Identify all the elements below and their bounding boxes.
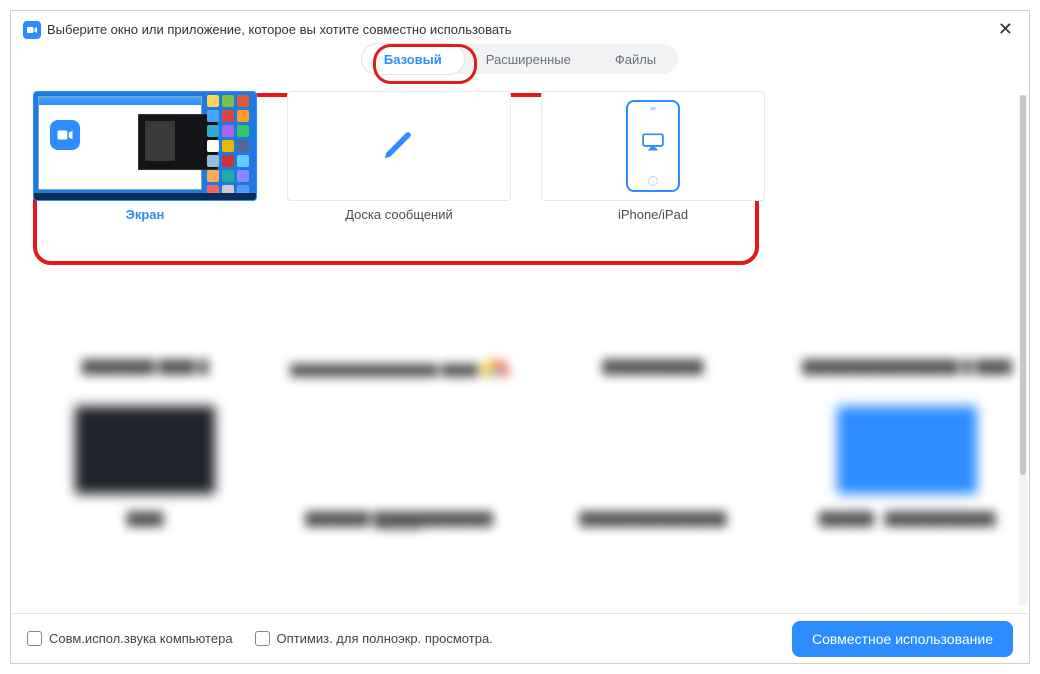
tile-iphone-caption: iPhone/iPad [541,207,765,225]
device-icon [626,100,680,192]
scrollbar-thumb[interactable] [1020,95,1026,475]
pencil-icon [380,125,418,168]
tile-iphone-thumb [541,91,765,201]
tile-whiteboard-thumb [287,91,511,201]
checkbox-icon [255,631,270,646]
tab-advanced[interactable]: Расширенные [464,44,593,74]
checkbox-share-audio[interactable]: Совм.испол.звука компьютера [27,631,233,646]
tile-screen-caption: Экран [33,207,257,225]
tile-screen-thumb [33,91,257,201]
checkbox-share-audio-label: Совм.испол.звука компьютера [49,631,233,646]
tile-app-blurred[interactable]: ████████████████ ████ [287,243,511,377]
tile-app-blurred[interactable]: ████ [33,395,257,529]
footer-bar: Совм.испол.звука компьютера Оптимиз. для… [11,613,1029,663]
checkbox-optimize-video[interactable]: Оптимиз. для полноэкр. просмотра. [255,631,493,646]
airplay-icon [642,133,664,156]
tile-app-blurred[interactable]: ██████ ████████████ [795,395,1019,529]
tab-basic[interactable]: Базовый [362,44,464,74]
tile-screen[interactable]: Экран [33,91,257,225]
tile-app-blurred[interactable]: ████████████████ [541,395,765,529]
tabs: Базовый Расширенные Файлы [362,44,678,74]
tile-whiteboard-caption: Доска сообщений [287,207,511,225]
tile-app-blurred[interactable]: █████████████████ █ ████ [795,243,1019,377]
tile-whiteboard[interactable]: Доска сообщений [287,91,511,225]
zoom-logo-icon [23,21,41,39]
tile-app-blurred[interactable]: ███████████ [541,243,765,377]
checkbox-optimize-video-label: Оптимиз. для полноэкр. просмотра. [277,631,493,646]
scrollbar-track[interactable] [1019,95,1027,605]
tile-app-blurred[interactable]: ████████ ████ █ [33,243,257,377]
share-button[interactable]: Совместное использование [792,621,1013,657]
tile-app-blurred[interactable]: ███████ █████████████ █████ [287,395,511,529]
close-icon[interactable]: ✕ [994,19,1017,40]
share-sources-grid: Экран Доска сообщений [33,91,1019,605]
window-title: Выберите окно или приложение, которое вы… [47,22,512,37]
zoom-icon [50,120,80,150]
checkbox-icon [27,631,42,646]
tile-iphone-ipad[interactable]: iPhone/iPad [541,91,765,225]
tab-files[interactable]: Файлы [593,44,678,74]
